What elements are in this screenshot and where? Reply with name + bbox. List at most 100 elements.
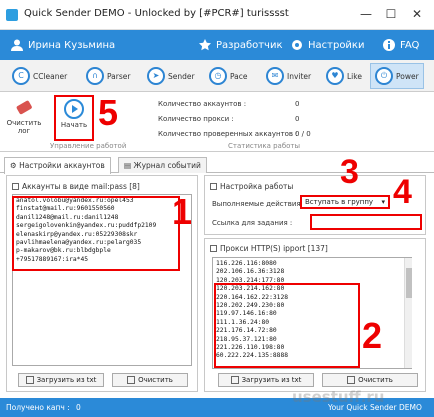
like-icon: ♥ bbox=[326, 67, 344, 85]
user-icon bbox=[10, 38, 24, 52]
tab-label: Журнал событий bbox=[133, 161, 201, 170]
module-label: CCleaner bbox=[33, 71, 68, 81]
maximize-button[interactable]: ☐ bbox=[380, 5, 402, 23]
gear-icon bbox=[290, 38, 304, 52]
annotation-4: 4 bbox=[393, 173, 412, 211]
action-select[interactable]: Вступать в группу ▾ bbox=[300, 195, 390, 209]
close-button[interactable]: ✕ bbox=[406, 5, 428, 23]
module-tab-parser[interactable]: ∩ Parser bbox=[82, 63, 134, 89]
module-label: Sender bbox=[168, 71, 195, 81]
start-label: Начать bbox=[60, 121, 88, 129]
proxy-line: 202.106.16.36:3128 bbox=[216, 268, 285, 276]
module-bar: C CCleaner ∩ Parser ➤ Sender ◷ Pace ✉ In… bbox=[0, 60, 434, 92]
parser-icon: ∩ bbox=[86, 67, 104, 85]
accounts-panel-title: Аккаунты в виде mail:pass [8] bbox=[12, 182, 140, 191]
clear-label: Очистить bbox=[358, 376, 393, 384]
inviter-icon: ✉ bbox=[266, 67, 284, 85]
power-icon: ⏻ bbox=[375, 67, 393, 85]
clear-log-label: Очистить лог bbox=[6, 119, 42, 135]
action-value: Вступать в группу bbox=[305, 198, 374, 206]
stat-checked-value: 0 / 0 bbox=[295, 130, 311, 138]
proxy-highlight bbox=[214, 283, 360, 368]
folder-icon bbox=[230, 376, 239, 384]
annotation-1: 1 bbox=[172, 191, 193, 232]
stat-accounts-value: 0 bbox=[295, 100, 300, 108]
clear-label: Очистить bbox=[138, 376, 173, 384]
annotation-5: 5 bbox=[98, 92, 119, 133]
accounts-checkbox[interactable] bbox=[12, 183, 19, 190]
ccleaner-icon: C bbox=[12, 67, 30, 85]
play-icon bbox=[64, 99, 84, 119]
module-label: Inviter bbox=[287, 71, 312, 81]
stat-proxies-value: 0 bbox=[295, 115, 300, 123]
clear-icon bbox=[127, 376, 136, 384]
clear-log-button[interactable]: Очистить лог bbox=[4, 95, 44, 135]
captcha-value: 0 bbox=[76, 403, 81, 412]
settings-label: Настройки bbox=[308, 39, 365, 51]
proxy-load-button[interactable]: Загрузить из txt bbox=[218, 373, 314, 387]
settings-small-icon: ⚙ bbox=[10, 161, 20, 170]
proxy-scrollbar[interactable] bbox=[404, 258, 412, 368]
tab-label: Настройки аккаунтов bbox=[19, 161, 105, 170]
annotation-2: 2 bbox=[362, 315, 383, 356]
settings-button[interactable]: Настройки bbox=[290, 38, 364, 52]
chevron-down-icon: ▾ bbox=[381, 198, 385, 206]
sender-icon: ➤ bbox=[147, 67, 165, 85]
module-label: Pace bbox=[230, 71, 248, 81]
accounts-highlight bbox=[12, 196, 180, 271]
tab-event-log[interactable]: ▤ Журнал событий bbox=[118, 157, 207, 173]
accounts-title-text: Аккаунты в виде mail:pass [8] bbox=[22, 182, 140, 191]
module-label: Power bbox=[396, 71, 419, 81]
eraser-icon bbox=[14, 97, 34, 117]
stat-accounts-label: Количество аккаунтов : bbox=[158, 100, 247, 108]
star-icon bbox=[198, 38, 212, 52]
group-stats-label: Статистика работы bbox=[228, 142, 301, 150]
accounts-clear-button[interactable]: Очистить bbox=[112, 373, 188, 387]
info-icon bbox=[382, 38, 396, 52]
content-tabs: ⚙ Настройки аккаунтов ▤ Журнал событий bbox=[0, 155, 434, 174]
link-input[interactable] bbox=[310, 214, 422, 230]
captcha-label: Получено капч : bbox=[6, 403, 70, 412]
load-label: Загрузить из txt bbox=[36, 376, 97, 384]
window-title: Quick Sender DEMO - Unlocked by [#PCR#] … bbox=[24, 8, 289, 19]
app-icon bbox=[6, 9, 18, 21]
top-bar: Ирина Кузьмина Разработчик Настройки FAQ bbox=[0, 30, 434, 60]
developer-label: Разработчик bbox=[216, 39, 283, 51]
load-label: Загрузить из txt bbox=[241, 376, 302, 384]
proxy-checkbox[interactable] bbox=[210, 245, 217, 252]
watermark: usestuff.ru bbox=[292, 388, 385, 406]
module-label: Like bbox=[347, 71, 362, 81]
link-label: Ссылка для задания : bbox=[212, 219, 293, 227]
clear-icon bbox=[347, 376, 356, 384]
module-tab-ccleaner[interactable]: C CCleaner bbox=[8, 63, 71, 89]
module-tab-power[interactable]: ⏻ Power bbox=[370, 63, 424, 89]
faq-button[interactable]: FAQ bbox=[382, 38, 419, 52]
proxy-clear-button[interactable]: Очистить bbox=[322, 373, 418, 387]
user-profile[interactable]: Ирина Кузьмина bbox=[10, 38, 115, 52]
tab-account-settings[interactable]: ⚙ Настройки аккаунтов bbox=[4, 157, 111, 174]
module-tab-pace[interactable]: ◷ Pace bbox=[205, 63, 252, 89]
work-settings-title-text: Настройка работы bbox=[220, 182, 294, 191]
folder-icon bbox=[25, 376, 34, 384]
work-settings-title: Настройка работы bbox=[210, 182, 293, 191]
ribbon: Очистить лог Начать Управление работой К… bbox=[0, 92, 434, 152]
module-label: Parser bbox=[107, 71, 131, 81]
module-tab-inviter[interactable]: ✉ Inviter bbox=[262, 63, 315, 89]
user-name: Ирина Кузьмина bbox=[28, 39, 116, 51]
developer-button[interactable]: Разработчик bbox=[198, 38, 283, 52]
faq-label: FAQ bbox=[400, 39, 420, 51]
module-tab-sender[interactable]: ➤ Sender bbox=[143, 63, 199, 89]
work-settings-checkbox[interactable] bbox=[210, 183, 217, 190]
annotation-3: 3 bbox=[340, 153, 359, 191]
proxy-panel-title: Прокси HTTP(S) ipport [137] bbox=[210, 244, 328, 253]
title-bar: Quick Sender DEMO - Unlocked by [#PCR#] … bbox=[0, 0, 434, 30]
accounts-load-button[interactable]: Загрузить из txt bbox=[18, 373, 104, 387]
pace-icon: ◷ bbox=[209, 67, 227, 85]
module-tab-like[interactable]: ♥ Like bbox=[322, 63, 366, 89]
stat-checked-label: Количество проверенных аккаунтов : bbox=[158, 130, 298, 138]
proxy-line: 116.226.116:8080 bbox=[216, 260, 277, 267]
start-button[interactable]: Начать bbox=[54, 95, 94, 141]
minimize-button[interactable]: — bbox=[355, 5, 377, 23]
stat-proxies-label: Количество прокси : bbox=[158, 115, 234, 123]
scrollbar-thumb[interactable] bbox=[406, 268, 412, 298]
